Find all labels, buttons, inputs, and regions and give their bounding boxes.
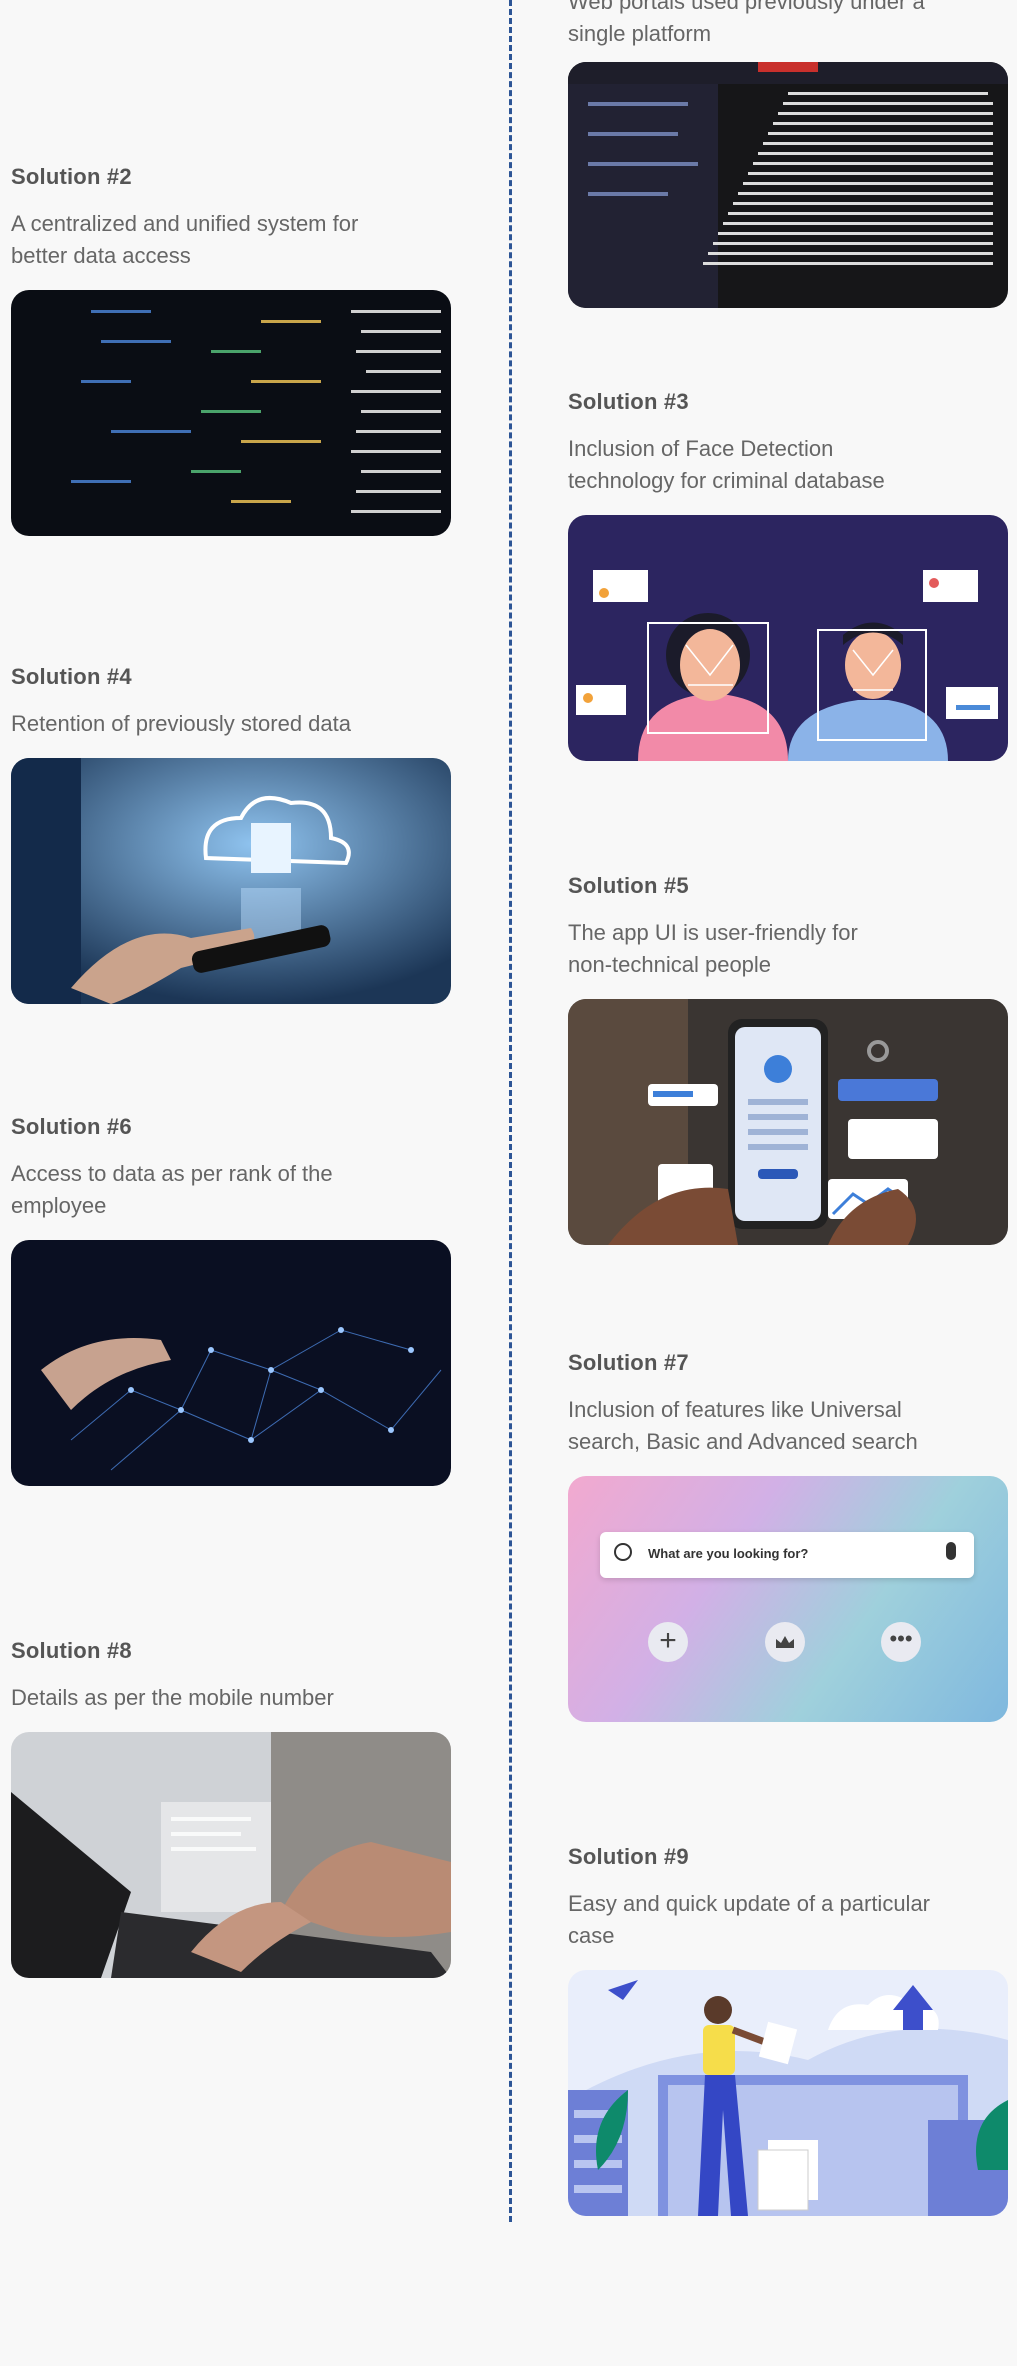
- solution-title: Solution #3: [568, 389, 689, 414]
- desc-line: single platform: [568, 21, 712, 46]
- case-update-illustration: [568, 1970, 1008, 2216]
- solution-card-9: Solution #9 Easy and quick update of a p…: [568, 1844, 1008, 2216]
- face-detection-image: [568, 515, 1008, 761]
- desc-line: The app UI is user-friendly for: [568, 920, 858, 945]
- desc-line: Retention of previously stored data: [11, 711, 351, 736]
- image-icon: [765, 1622, 805, 1662]
- plus-icon: +: [648, 1622, 688, 1662]
- solution-card-4: Solution #4 Retention of previously stor…: [11, 664, 451, 1004]
- desc-line: Inclusion of features like Universal: [568, 1397, 902, 1422]
- desc-line: Easy and quick update of a particular: [568, 1891, 931, 1916]
- solution-title: Solution #5: [568, 873, 689, 898]
- desc-line: Inclusion of Face Detection: [568, 436, 834, 461]
- solution-description: Inclusion of Face Detection technology f…: [568, 433, 1008, 497]
- search-icon: [614, 1543, 632, 1561]
- solution-description: Details as per the mobile number: [11, 1682, 451, 1714]
- solution-title: Solution #4: [11, 664, 132, 689]
- more-options-icon: •••: [881, 1622, 921, 1662]
- solution-card-5: Solution #5 The app UI is user-friendly …: [568, 873, 1008, 1245]
- timeline-dashed-line: [509, 0, 512, 2222]
- search-bar-mock: What are you looking for?: [600, 1532, 974, 1578]
- solution-card-8: Solution #8 Details as per the mobile nu…: [11, 1638, 451, 1978]
- code-editor-image: [11, 290, 451, 536]
- desc-line: A centralized and unified system for: [11, 211, 359, 236]
- solution-description: The app UI is user-friendly for non-tech…: [568, 917, 1008, 981]
- solution-title: Solution #6: [11, 1114, 132, 1139]
- desc-line: non-technical people: [568, 952, 772, 977]
- solution-description: Retention of previously stored data: [11, 708, 451, 740]
- solution-description: Inclusion of features like Universal sea…: [568, 1394, 1008, 1458]
- solution-card-3: Solution #3 Inclusion of Face Detection …: [568, 389, 1008, 761]
- laptop-typing-image: [11, 1732, 451, 1978]
- mobile-app-ui-image: [568, 999, 1008, 1245]
- desc-line: better data access: [11, 243, 191, 268]
- solution-description: A centralized and unified system for bet…: [11, 208, 451, 272]
- cloud-storage-image: [11, 758, 451, 1004]
- microphone-icon: [946, 1542, 956, 1560]
- solution-1-description: Web portals used previously under a sing…: [568, 0, 1008, 50]
- desc-line: employee: [11, 1193, 107, 1218]
- desc-line: Access to data as per rank of the: [11, 1161, 333, 1186]
- solution-description: Easy and quick update of a particular ca…: [568, 1888, 1008, 1952]
- desc-line: case: [568, 1923, 615, 1948]
- search-ui-image: What are you looking for? + •••: [568, 1476, 1008, 1722]
- search-placeholder: What are you looking for?: [648, 1546, 809, 1561]
- desc-line: search, Basic and Advanced search: [568, 1429, 918, 1454]
- solution-title: Solution #9: [568, 1844, 689, 1869]
- desc-line: Web portals used previously under a: [568, 0, 925, 14]
- code-terminal-image: [568, 62, 1008, 308]
- solution-card-7: Solution #7 Inclusion of features like U…: [568, 1350, 1008, 1722]
- solution-title: Solution #2: [11, 164, 132, 189]
- network-data-image: [11, 1240, 451, 1486]
- solution-card-2: Solution #2 A centralized and unified sy…: [11, 164, 451, 536]
- desc-line: technology for criminal database: [568, 468, 885, 493]
- solution-title: Solution #7: [568, 1350, 689, 1375]
- solution-title: Solution #8: [11, 1638, 132, 1663]
- desc-line: Details as per the mobile number: [11, 1685, 334, 1710]
- solution-card-6: Solution #6 Access to data as per rank o…: [11, 1114, 451, 1486]
- solution-description: Access to data as per rank of the employ…: [11, 1158, 451, 1222]
